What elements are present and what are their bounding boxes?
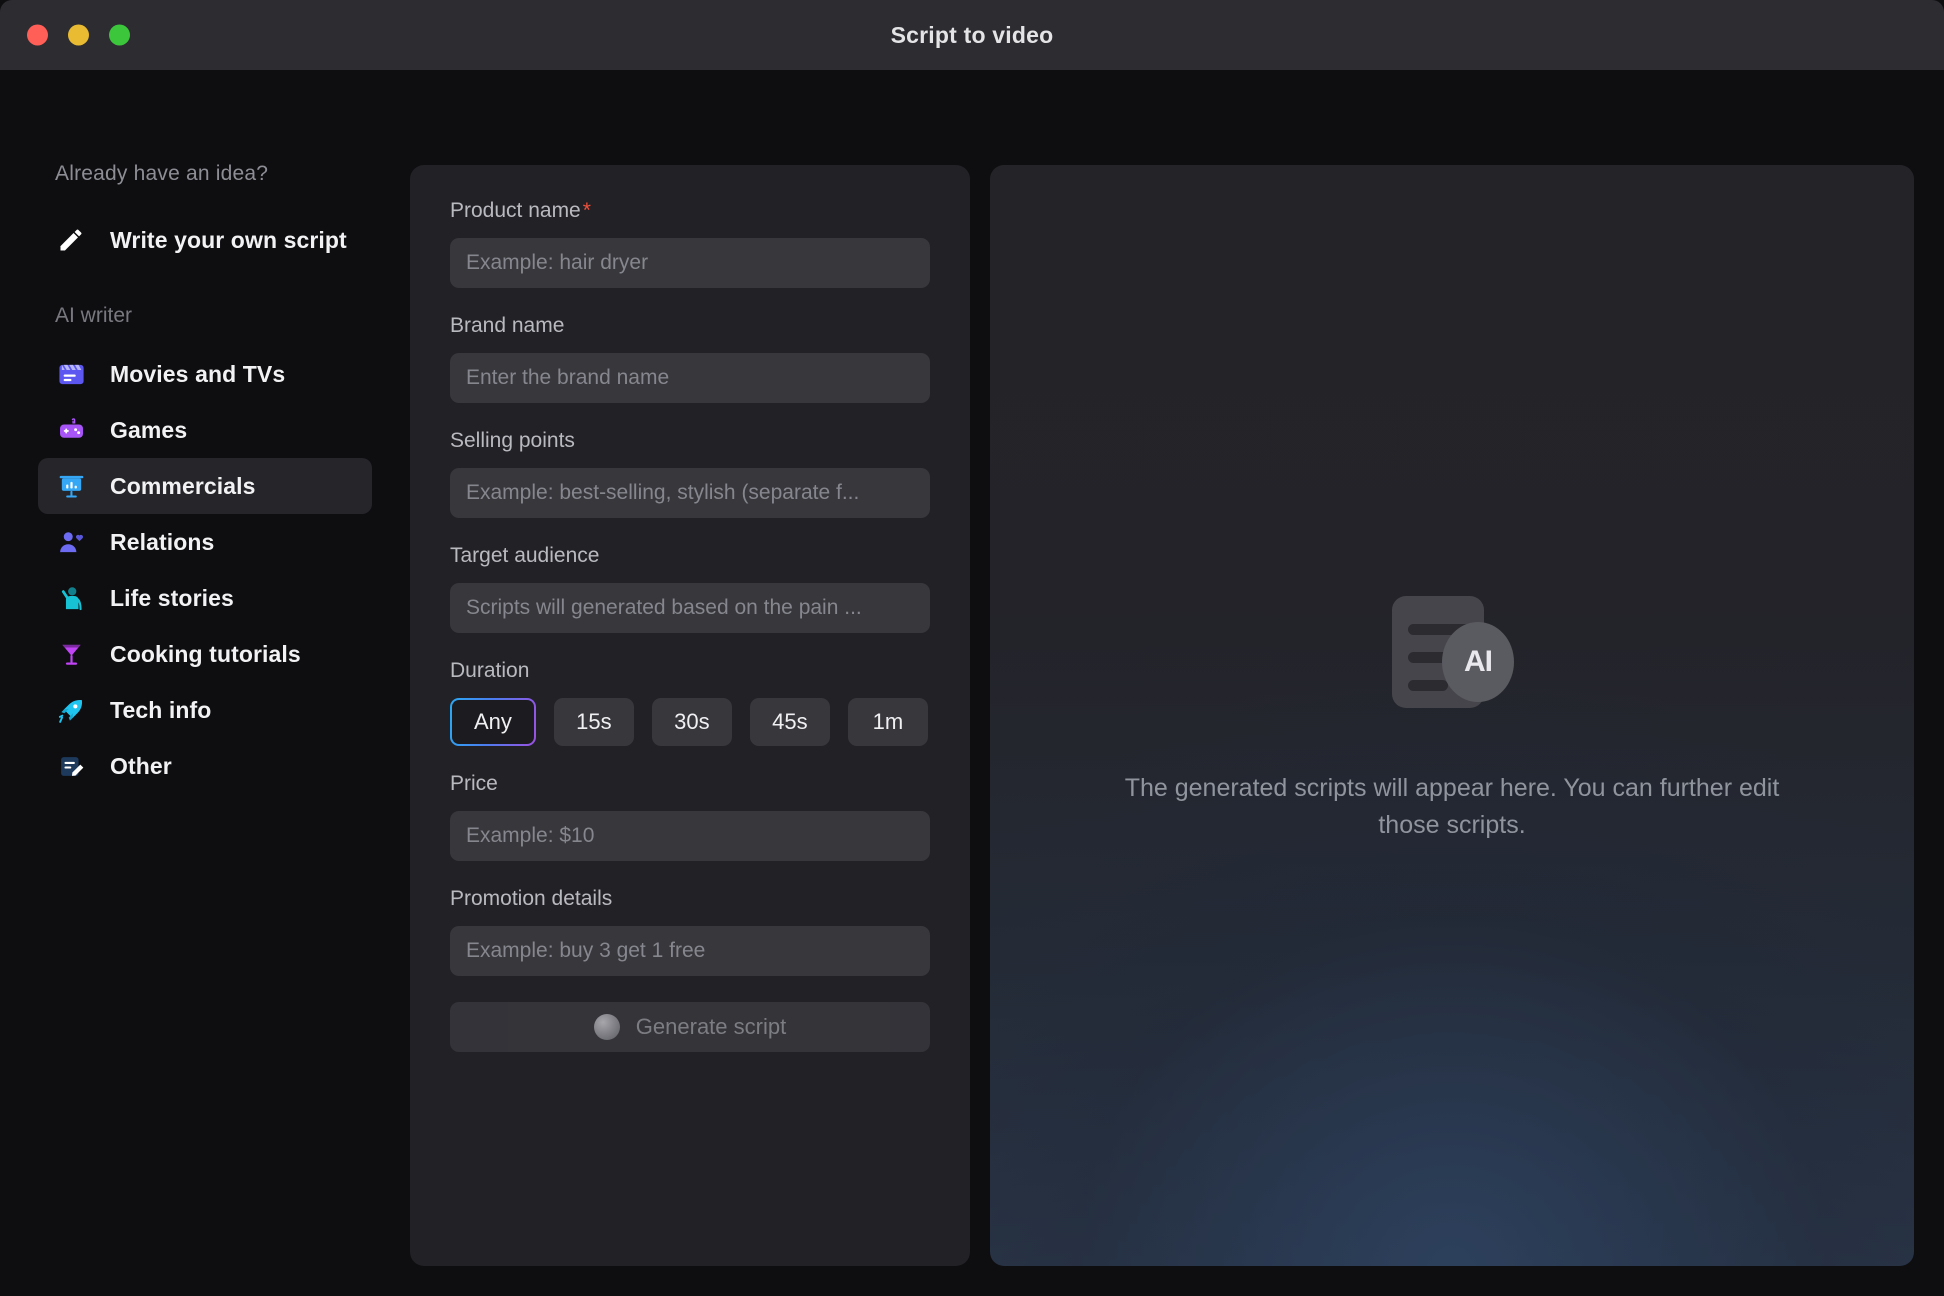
field-selling-points: Selling points bbox=[450, 429, 930, 518]
titlebar: Script to video bbox=[0, 0, 1944, 70]
sidebar-item-other[interactable]: Other bbox=[38, 738, 372, 794]
sidebar-item-cooking-tutorials[interactable]: Cooking tutorials bbox=[38, 626, 372, 682]
sidebar-item-label: Tech info bbox=[110, 696, 212, 723]
script-form-panel: Product name* Brand name Selling points … bbox=[410, 165, 970, 1266]
field-duration: Duration Any 15s 30s 45s 1m bbox=[450, 659, 930, 746]
price-input[interactable] bbox=[450, 811, 930, 861]
sidebar-item-label: Movies and TVs bbox=[110, 360, 286, 387]
ai-document-icon: AI bbox=[1392, 588, 1514, 718]
sidebar-heading: Already have an idea? bbox=[55, 162, 269, 185]
document-line bbox=[1408, 680, 1448, 692]
sidebar-item-label: Commercials bbox=[110, 472, 256, 499]
product-name-label: Product name* bbox=[450, 199, 591, 222]
window-controls bbox=[27, 24, 130, 46]
duration-label: Duration bbox=[450, 659, 530, 682]
duration-option-1m[interactable]: 1m bbox=[847, 698, 928, 746]
duration-option-15s[interactable]: 15s bbox=[553, 698, 634, 746]
brand-name-input[interactable] bbox=[450, 353, 930, 403]
product-name-input[interactable] bbox=[450, 238, 930, 288]
field-brand-name: Brand name bbox=[450, 314, 930, 403]
note-edit-icon bbox=[56, 751, 86, 781]
maximize-button[interactable] bbox=[109, 24, 130, 46]
sidebar-item-games[interactable]: Games bbox=[38, 402, 372, 458]
gamepad-icon bbox=[56, 415, 86, 445]
duration-option-30s[interactable]: 30s bbox=[651, 698, 732, 746]
field-product-name: Product name* bbox=[450, 199, 930, 288]
sidebar-item-life-stories[interactable]: Life stories bbox=[38, 570, 372, 626]
duration-option-any[interactable]: Any bbox=[450, 698, 536, 746]
ai-badge: AI bbox=[1442, 622, 1514, 703]
duration-options: Any 15s 30s 45s 1m bbox=[450, 698, 930, 746]
duration-option-45s[interactable]: 45s bbox=[749, 698, 830, 746]
clapperboard-icon bbox=[56, 359, 86, 389]
sidebar-item-relations[interactable]: Relations bbox=[38, 514, 372, 570]
presentation-icon bbox=[56, 471, 86, 501]
field-price: Price bbox=[450, 772, 930, 861]
selling-points-label: Selling points bbox=[450, 429, 575, 452]
preview-empty-text: The generated scripts will appear here. … bbox=[1124, 774, 1780, 839]
app-window: Script to video Already have an idea? Wr… bbox=[0, 0, 1944, 1296]
selling-points-input[interactable] bbox=[450, 468, 930, 518]
person-wave-icon bbox=[56, 583, 86, 613]
loading-spinner-icon bbox=[593, 1014, 620, 1040]
rocket-icon bbox=[56, 695, 86, 725]
person-heart-icon bbox=[56, 527, 86, 557]
price-label: Price bbox=[450, 772, 498, 795]
sidebar-item-movies-and-tvs[interactable]: Movies and TVs bbox=[38, 346, 372, 402]
pencil-icon bbox=[56, 225, 86, 255]
target-audience-input[interactable] bbox=[450, 583, 930, 633]
sidebar: Already have an idea? Write your own scr… bbox=[0, 70, 410, 1296]
generate-script-label: Generate script bbox=[635, 1014, 787, 1039]
window-title: Script to video bbox=[890, 21, 1054, 48]
sidebar-item-label: Relations bbox=[110, 528, 215, 555]
sidebar-item-label: Life stories bbox=[110, 584, 234, 611]
window-body: Already have an idea? Write your own scr… bbox=[0, 70, 1944, 1296]
script-preview-panel: AI The generated scripts will appear her… bbox=[990, 165, 1914, 1266]
sidebar-item-tech-info[interactable]: Tech info bbox=[38, 682, 372, 738]
sidebar-item-label: Other bbox=[110, 752, 172, 779]
field-promotion-details: Promotion details bbox=[450, 887, 930, 976]
sidebar-item-commercials[interactable]: Commercials bbox=[38, 458, 372, 514]
minimize-button[interactable] bbox=[68, 24, 89, 46]
close-button[interactable] bbox=[27, 24, 48, 46]
sidebar-item-label: Cooking tutorials bbox=[110, 640, 301, 667]
field-target-audience: Target audience bbox=[450, 544, 930, 633]
sidebar-item-write-your-own-script[interactable]: Write your own script bbox=[38, 212, 372, 268]
brand-name-label: Brand name bbox=[450, 314, 565, 337]
sidebar-item-label: Write your own script bbox=[110, 226, 347, 253]
target-audience-label: Target audience bbox=[450, 544, 600, 567]
promotion-details-label: Promotion details bbox=[450, 887, 613, 910]
generate-script-button[interactable]: Generate script bbox=[450, 1002, 930, 1052]
sidebar-item-label: Games bbox=[110, 416, 188, 443]
required-marker: * bbox=[582, 199, 591, 222]
cocktail-icon bbox=[56, 639, 86, 669]
promotion-details-input[interactable] bbox=[450, 926, 930, 976]
sidebar-section-label: AI writer bbox=[55, 304, 133, 327]
